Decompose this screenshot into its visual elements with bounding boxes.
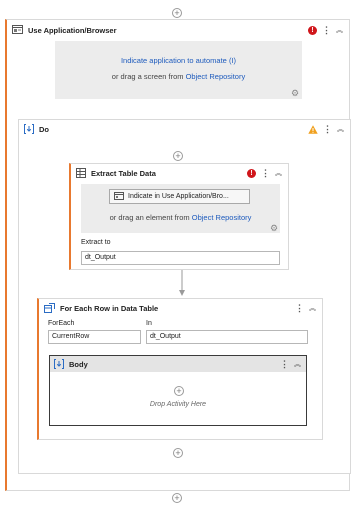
connector-arrow (177, 270, 187, 298)
in-field[interactable]: dt_Output (146, 330, 308, 344)
more-options-icon[interactable]: ⋮ (323, 125, 332, 134)
indicate-button[interactable]: Indicate in Use Application/Bro... (109, 189, 250, 204)
settings-icon[interactable]: ⚙ (290, 88, 300, 98)
for-each-icon (44, 303, 55, 313)
indicate-application-link[interactable]: Indicate application to automate (I) (55, 56, 302, 65)
sequence-icon (54, 359, 64, 369)
object-repository-link[interactable]: Object Repository (186, 72, 246, 81)
indicate-element-area[interactable]: Indicate in Use Application/Bro... or dr… (81, 184, 280, 233)
foreach-label: ForEach (48, 320, 75, 327)
body-title: Body (69, 359, 88, 369)
more-options-icon[interactable]: ⋮ (295, 304, 304, 313)
add-activity-do-top[interactable]: + (173, 151, 183, 161)
more-options-icon[interactable]: ⋮ (280, 360, 289, 369)
extract-to-label: Extract to (81, 239, 111, 246)
collapse-icon[interactable]: ︽ (336, 27, 343, 34)
drag-screen-text: or drag a screen from Object Repository (55, 72, 302, 81)
collapse-icon[interactable]: ︽ (309, 305, 316, 312)
add-activity-do-bottom[interactable]: + (173, 448, 183, 458)
add-activity-bottom[interactable]: + (172, 493, 182, 503)
do-title: Do (39, 124, 49, 134)
settings-icon[interactable]: ⚙ (269, 223, 279, 233)
error-icon[interactable]: ! (247, 168, 256, 178)
table-icon (76, 168, 86, 178)
drag-element-label: or drag an element from (109, 213, 190, 222)
sequence-icon (24, 124, 34, 134)
more-options-icon[interactable]: ⋮ (322, 26, 331, 35)
for-each-title: For Each Row in Data Table (60, 303, 159, 313)
in-label: In (146, 320, 152, 327)
more-options-icon[interactable]: ⋮ (261, 169, 270, 178)
collapse-icon[interactable]: ︽ (275, 170, 282, 177)
indicate-screen-area[interactable]: Indicate application to automate (I) or … (55, 41, 302, 99)
use-application-title: Use Application/Browser (28, 25, 117, 35)
collapse-icon[interactable]: ︽ (337, 126, 344, 133)
foreach-field[interactable]: CurrentRow (48, 330, 141, 344)
extract-table-data-card[interactable]: Extract Table Data ! ⋮ ︽ Indicate in Use… (69, 163, 289, 270)
for-each-row-card[interactable]: For Each Row in Data Table ⋮ ︽ ForEach C… (37, 298, 323, 440)
error-icon[interactable]: ! (308, 25, 317, 35)
extract-title: Extract Table Data (91, 168, 156, 178)
extract-to-field[interactable]: dt_Output (81, 251, 280, 265)
object-repository-link[interactable]: Object Repository (192, 213, 252, 222)
add-activity-top[interactable]: + (172, 8, 182, 18)
body-card[interactable]: Body ⋮ ︽ + Drop Activity Here (49, 355, 307, 426)
collapse-icon[interactable]: ︽ (294, 361, 301, 368)
drag-element-text: or drag an element from Object Repositor… (81, 213, 280, 222)
use-application-card[interactable]: Use Application/Browser ! ⋮ ︽ Indicate a… (5, 19, 351, 491)
do-card[interactable]: Do ⋮ ︽ + Extract Table Data ! ⋮ ︽ Indica… (18, 119, 351, 474)
drop-activity-text: Drop Activity Here (149, 401, 207, 408)
add-activity-body[interactable]: + (174, 386, 184, 396)
body-header: Body ⋮ ︽ (50, 356, 306, 372)
warning-icon[interactable] (308, 124, 318, 134)
use-application-icon (12, 25, 23, 35)
indicate-target-icon (114, 192, 124, 201)
indicate-button-label: Indicate in Use Application/Bro... (128, 193, 229, 200)
drag-screen-label: or drag a screen from (111, 72, 184, 81)
